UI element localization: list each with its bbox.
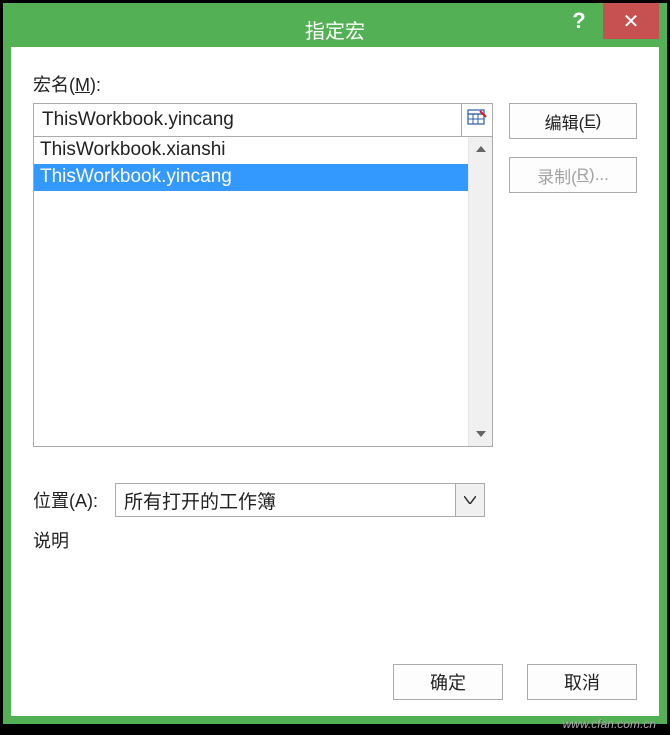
- macro-list-item[interactable]: ThisWorkbook.xianshi: [34, 137, 468, 164]
- dialog-title: 指定宏: [305, 15, 365, 44]
- collapse-dialog-button[interactable]: [461, 103, 493, 137]
- location-dropdown-button[interactable]: [455, 483, 485, 517]
- assign-macro-dialog: 指定宏 ? ✕ 宏名(M):: [3, 3, 667, 724]
- scroll-up-button[interactable]: [469, 137, 492, 161]
- titlebar: 指定宏 ? ✕: [11, 11, 659, 47]
- description-label: 说明: [33, 527, 637, 553]
- macro-name-label: 宏名(M):: [33, 71, 637, 97]
- scroll-down-button[interactable]: [469, 422, 492, 446]
- chevron-down-icon: [476, 429, 486, 440]
- record-button: 录制(R)...: [509, 157, 637, 193]
- cancel-button[interactable]: 取消: [527, 664, 637, 700]
- scrollbar[interactable]: [468, 137, 492, 446]
- watermark: www.cfan.com.cn: [563, 717, 656, 731]
- macro-list[interactable]: ThisWorkbook.xianshi ThisWorkbook.yincan…: [33, 136, 493, 447]
- location-value: 所有打开的工作簿: [115, 483, 455, 517]
- edit-button[interactable]: 编辑(E): [509, 103, 637, 139]
- location-label: 位置(A):: [33, 487, 115, 513]
- ok-button[interactable]: 确定: [393, 664, 503, 700]
- help-button[interactable]: ?: [555, 3, 603, 39]
- chevron-down-icon: [464, 491, 476, 509]
- macro-name-input[interactable]: [33, 103, 461, 137]
- location-select[interactable]: 所有打开的工作簿: [115, 483, 485, 517]
- close-button[interactable]: ✕: [603, 3, 659, 39]
- chevron-up-icon: [476, 144, 486, 155]
- macro-list-item[interactable]: ThisWorkbook.yincang: [34, 164, 468, 191]
- spreadsheet-ref-icon: [467, 108, 487, 133]
